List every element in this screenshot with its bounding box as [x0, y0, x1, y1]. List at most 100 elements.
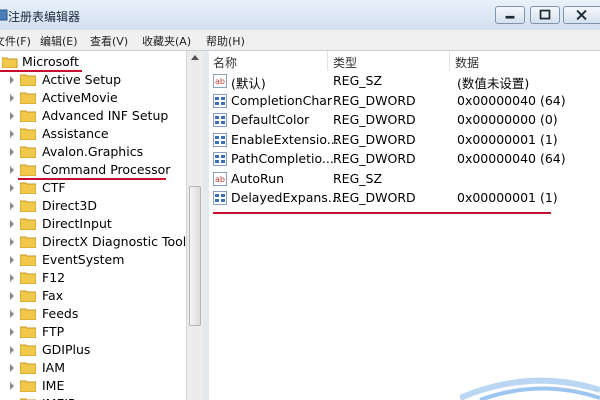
menu-favorites[interactable]: 收藏夹(A): [142, 33, 191, 49]
value-row[interactable]: ab AutoRun REG_SZ: [209, 170, 600, 189]
tree-item[interactable]: Avalon.Graphics: [0, 143, 186, 161]
minimize-icon: [505, 15, 515, 19]
value-name: EnableExtensio...: [231, 131, 339, 147]
expand-arrow-icon[interactable]: [10, 112, 14, 120]
value-name: CompletionChar: [231, 92, 333, 108]
folder-icon: [20, 290, 36, 302]
menu-edit[interactable]: 编辑(E): [40, 33, 78, 49]
expand-arrow-icon[interactable]: [10, 328, 14, 336]
tree-item[interactable]: IAM: [0, 359, 186, 377]
tree-item-label: Direct3D: [42, 198, 98, 213]
value-row[interactable]: CompletionChar REG_DWORD 0x00000040 (64): [209, 92, 600, 111]
tree-scrollbar[interactable]: [186, 51, 203, 400]
column-header-name[interactable]: 名称: [213, 51, 323, 71]
tree-item[interactable]: Active Setup: [0, 71, 186, 89]
binary-value-icon: [213, 191, 227, 205]
tree-item[interactable]: DirectX Diagnostic Tool: [0, 233, 186, 251]
tree-item-label: Fax: [42, 288, 64, 303]
folder-icon: [20, 218, 36, 230]
expand-arrow-icon[interactable]: [10, 94, 14, 102]
folder-icon: [20, 110, 36, 122]
expand-arrow-icon[interactable]: [10, 346, 14, 354]
binary-value-icon: [213, 93, 227, 108]
tree-item[interactable]: GDIPlus: [0, 341, 186, 359]
annotation-underline: [213, 212, 551, 214]
close-icon: [576, 9, 587, 21]
tree-item[interactable]: IMEJP: [0, 395, 186, 400]
menu-help[interactable]: 帮助(H): [206, 33, 245, 49]
minimize-button[interactable]: [495, 6, 525, 24]
tree-item-label: IAM: [42, 360, 66, 375]
tree-item[interactable]: Advanced INF Setup: [0, 107, 186, 125]
tree-item[interactable]: IME: [0, 377, 186, 395]
column-header-data[interactable]: 数据: [455, 51, 595, 71]
expand-arrow-icon[interactable]: [10, 130, 14, 138]
expand-arrow-icon[interactable]: [10, 220, 14, 228]
tree-item[interactable]: Feeds: [0, 305, 186, 323]
value-data: 0x00000040 (64): [457, 151, 566, 166]
column-separator: [449, 51, 450, 71]
expand-arrow-icon[interactable]: [10, 76, 14, 84]
value-row[interactable]: DefaultColor REG_DWORD 0x00000000 (0): [209, 111, 600, 130]
folder-icon: [20, 200, 36, 212]
value-type: REG_DWORD: [333, 190, 416, 205]
folder-icon: [20, 128, 36, 140]
value-row[interactable]: PathCompletio... REG_DWORD 0x00000040 (64): [209, 150, 600, 169]
tree-item-label: CTF: [42, 180, 66, 195]
expand-arrow-icon[interactable]: [10, 202, 14, 210]
folder-icon: [20, 74, 36, 86]
value-row[interactable]: DelayedExpans... REG_DWORD 0x00000001 (1): [209, 189, 600, 208]
scrollbar-thumb[interactable]: [189, 186, 201, 326]
value-row[interactable]: EnableExtensio... REG_DWORD 0x00000001 (1): [209, 131, 600, 150]
binary-value-icon: [213, 113, 227, 127]
value-row[interactable]: ab (默认) REG_SZ (数值未设置): [209, 72, 600, 91]
expand-arrow-icon[interactable]: [10, 184, 14, 192]
menu-view[interactable]: 查看(V): [90, 33, 128, 49]
close-button[interactable]: [563, 6, 600, 24]
folder-icon: [20, 326, 36, 338]
menu-file[interactable]: 文件(F): [0, 33, 31, 49]
tree-item[interactable]: Direct3D: [0, 197, 186, 215]
tree-item-label: IME: [42, 378, 65, 393]
expand-arrow-icon[interactable]: [10, 166, 14, 174]
column-header-type[interactable]: 类型: [333, 51, 443, 71]
value-data: (数值未设置): [457, 76, 530, 91]
expand-arrow-icon[interactable]: [10, 382, 14, 390]
tree-item[interactable]: F12: [0, 269, 186, 287]
tree-item[interactable]: DirectInput: [0, 215, 186, 233]
value-type: REG_SZ: [333, 73, 383, 88]
title-bar: 注册表编辑器: [0, 0, 600, 30]
tree-item[interactable]: Command Processor: [0, 161, 186, 179]
registry-key-tree[interactable]: Microsoft Active Setup ActiveMovie Advance…: [0, 51, 186, 400]
value-data: 0x00000001 (1): [457, 131, 558, 147]
value-type: REG_DWORD: [333, 92, 416, 108]
tree-item[interactable]: ActiveMovie: [0, 89, 186, 107]
expand-arrow-icon[interactable]: [10, 148, 14, 156]
window-title: 注册表编辑器: [8, 10, 81, 24]
tree-item[interactable]: EventSystem: [0, 251, 186, 269]
folder-open-icon: [2, 57, 18, 68]
value-data: 0x00000040 (64): [457, 92, 566, 108]
tree-item-label: DirectInput: [42, 216, 112, 231]
folder-icon: [20, 308, 36, 320]
tree-item-microsoft[interactable]: Microsoft: [0, 53, 186, 71]
expand-arrow-icon[interactable]: [10, 256, 14, 264]
maximize-button[interactable]: [530, 6, 560, 24]
expand-arrow-icon[interactable]: [10, 292, 14, 300]
tree-item[interactable]: FTP: [0, 323, 186, 341]
tree-item[interactable]: Fax: [0, 287, 186, 305]
value-type: REG_DWORD: [333, 112, 416, 127]
scroll-up-icon[interactable]: [191, 55, 199, 60]
registry-values-list[interactable]: 名称 类型 数据 ab (默认) REG_SZ (数值未设置) CompletionCh…: [209, 51, 600, 400]
expand-arrow-icon[interactable]: [10, 274, 14, 282]
tree-item[interactable]: CTF: [0, 179, 186, 197]
expand-arrow-icon[interactable]: [10, 364, 14, 372]
tree-item-label: ActiveMovie: [42, 90, 118, 105]
expand-arrow-icon[interactable]: [10, 238, 14, 246]
value-type: REG_DWORD: [333, 131, 416, 147]
tree-item-label: IMEJP: [42, 396, 76, 400]
tree-item-label: Assistance: [42, 126, 109, 141]
tree-item[interactable]: Assistance: [0, 125, 186, 143]
value-type: REG_SZ: [333, 170, 383, 186]
expand-arrow-icon[interactable]: [10, 310, 14, 318]
